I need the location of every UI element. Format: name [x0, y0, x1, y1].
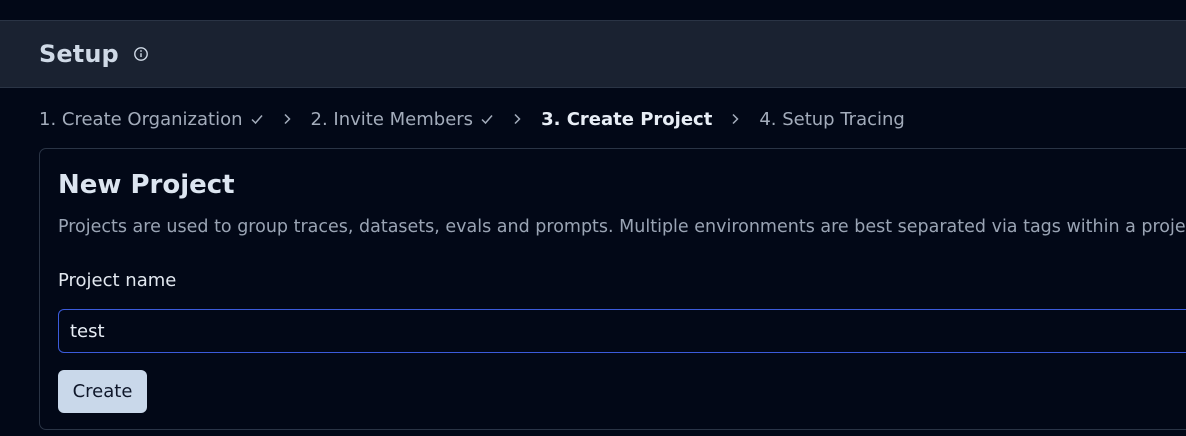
step-create-project: 3. Create Project [541, 109, 712, 130]
chevron-right-icon [730, 112, 740, 126]
chevron-right-icon [282, 112, 292, 126]
step-label: 1. Create Organization [39, 108, 243, 130]
check-icon [250, 112, 264, 126]
card-title: New Project [58, 170, 235, 200]
create-button[interactable]: Create [58, 370, 147, 413]
setup-page: Setup 1. Create Organization 2. Invite M… [0, 0, 1186, 436]
step-label: 2. Invite Members [310, 108, 474, 130]
page-header: Setup [0, 20, 1186, 88]
page-title: Setup [39, 40, 119, 68]
info-icon[interactable] [133, 46, 149, 62]
step-label: 4. Setup Tracing [759, 108, 905, 130]
step-create-organization: 1. Create Organization [39, 109, 264, 130]
step-setup-tracing: 4. Setup Tracing [759, 109, 905, 130]
card-description: Projects are used to group traces, datas… [58, 217, 1186, 237]
step-invite-members: 2. Invite Members [311, 109, 495, 130]
new-project-card: New Project Projects are used to group t… [39, 148, 1186, 430]
project-name-input[interactable] [58, 309, 1186, 353]
check-icon [480, 112, 494, 126]
step-label: 3. Create Project [541, 108, 713, 130]
setup-stepper: 1. Create Organization 2. Invite Members… [39, 104, 905, 134]
project-name-label: Project name [58, 270, 177, 291]
chevron-right-icon [512, 112, 522, 126]
